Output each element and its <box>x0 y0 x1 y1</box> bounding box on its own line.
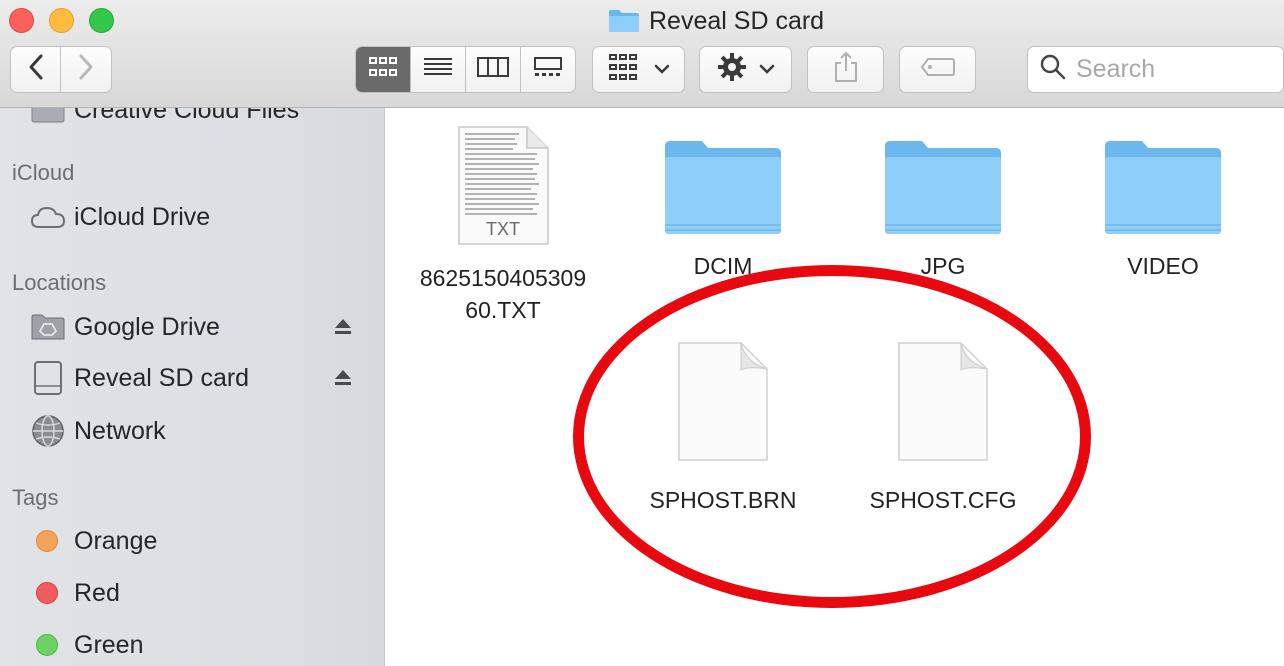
sidebar-item-label: Red <box>74 578 120 607</box>
file-type-badge: TXT <box>486 219 520 239</box>
window-title-text: Reveal SD card <box>649 6 825 35</box>
chevron-down-icon <box>759 61 775 79</box>
tag-icon <box>920 57 956 82</box>
gallery-icon <box>533 56 563 83</box>
text-document-icon: TXT <box>455 124 551 248</box>
columns-icon <box>477 56 509 83</box>
folder-item-video[interactable]: VIDEO <box>1053 138 1273 282</box>
tags-button[interactable] <box>899 46 976 93</box>
search-field[interactable] <box>1027 46 1284 93</box>
globe-icon <box>30 415 66 447</box>
folder-icon <box>30 108 66 126</box>
sidebar-section-icloud: iCloud <box>12 160 75 185</box>
sidebar-section-locations: Locations <box>12 270 107 295</box>
file-item-txt[interactable]: TXT 8625150405309 60.TXT <box>393 124 613 326</box>
cloud-icon <box>30 201 66 233</box>
file-name-line-2: 60.TXT <box>465 297 541 323</box>
red-tag-dot-icon <box>36 582 58 604</box>
sidebar-item-label: iCloud Drive <box>74 202 211 231</box>
search-input[interactable] <box>1076 55 1276 84</box>
file-name: SPHOST.CFG <box>869 487 1017 513</box>
arrange-menu-button[interactable] <box>592 46 685 93</box>
gear-icon <box>717 52 747 87</box>
orange-tag-dot-icon <box>36 530 58 552</box>
folder-icon <box>608 9 640 33</box>
folder-item-dcim[interactable]: DCIM <box>613 138 833 282</box>
close-window-button[interactable] <box>9 8 34 33</box>
file-item-sphost-brn[interactable]: SPHOST.BRN <box>613 340 833 516</box>
folder-name: DCIM <box>693 253 753 279</box>
file-name: SPHOST.BRN <box>649 487 797 513</box>
sidebar-item-label: Google Drive <box>74 312 220 341</box>
sidebar-section-tags: Tags <box>12 485 59 510</box>
sidebar-item-tag-red[interactable]: Red <box>30 573 360 613</box>
folder-name: VIDEO <box>1127 253 1199 279</box>
share-icon <box>833 51 859 88</box>
sidebar: Creative Cloud Files iCloud iCloud Drive… <box>0 108 385 666</box>
minimize-window-button[interactable] <box>49 8 74 33</box>
window-toolbar: Reveal SD card <box>0 0 1284 108</box>
sidebar-item-creative-cloud[interactable]: Creative Cloud Files <box>30 108 360 130</box>
column-view-button[interactable] <box>466 47 521 92</box>
blank-document-icon <box>675 340 771 464</box>
eject-icon[interactable] <box>333 367 355 389</box>
sidebar-item-reveal-sd-card[interactable]: Reveal SD card <box>30 358 360 398</box>
view-mode-segmented-control <box>355 46 576 93</box>
sidebar-item-tag-orange[interactable]: Orange <box>30 521 360 561</box>
green-tag-dot-icon <box>36 634 58 656</box>
drive-icon <box>30 361 66 395</box>
folder-icon <box>662 138 784 240</box>
magnifying-glass-icon <box>1040 54 1066 85</box>
sidebar-item-network[interactable]: Network <box>30 411 360 451</box>
action-menu-button[interactable] <box>699 46 792 93</box>
file-browser-content: TXT 8625150405309 60.TXT DCIM JPG VIDEO … <box>386 108 1284 666</box>
sidebar-item-label: Network <box>74 416 166 445</box>
window-title: Reveal SD card <box>608 5 824 37</box>
list-view-button[interactable] <box>411 47 466 92</box>
icon-grid-icon <box>368 56 398 83</box>
arrange-grid-icon <box>608 53 640 86</box>
chevron-down-icon <box>654 61 670 79</box>
folder-name: JPG <box>920 253 966 279</box>
share-button[interactable] <box>807 46 884 93</box>
file-name-line-1: 8625150405309 <box>419 265 587 291</box>
zoom-window-button[interactable] <box>89 8 114 33</box>
gallery-view-button[interactable] <box>521 47 575 92</box>
file-item-sphost-cfg[interactable]: SPHOST.CFG <box>833 340 1053 516</box>
eject-icon[interactable] <box>333 316 355 338</box>
chevron-left-icon <box>26 53 46 86</box>
sidebar-item-icloud-drive[interactable]: iCloud Drive <box>30 197 360 237</box>
blank-document-icon <box>895 340 991 464</box>
chevron-right-icon <box>76 53 96 86</box>
sidebar-item-tag-green[interactable]: Green <box>30 625 360 665</box>
folder-icon <box>1102 138 1224 240</box>
sidebar-item-label: Green <box>74 630 144 659</box>
sidebar-item-label: Orange <box>74 526 158 555</box>
folder-icon <box>882 138 1004 240</box>
sidebar-item-label: Reveal SD card <box>74 363 250 392</box>
sidebar-item-label: Creative Cloud Files <box>74 108 300 124</box>
forward-button[interactable] <box>60 46 112 93</box>
folder-item-jpg[interactable]: JPG <box>833 138 1053 282</box>
google-drive-icon <box>30 311 66 343</box>
sidebar-item-google-drive[interactable]: Google Drive <box>30 307 360 347</box>
list-lines-icon <box>423 56 453 83</box>
back-button[interactable] <box>10 46 61 93</box>
icon-view-button[interactable] <box>356 47 411 92</box>
